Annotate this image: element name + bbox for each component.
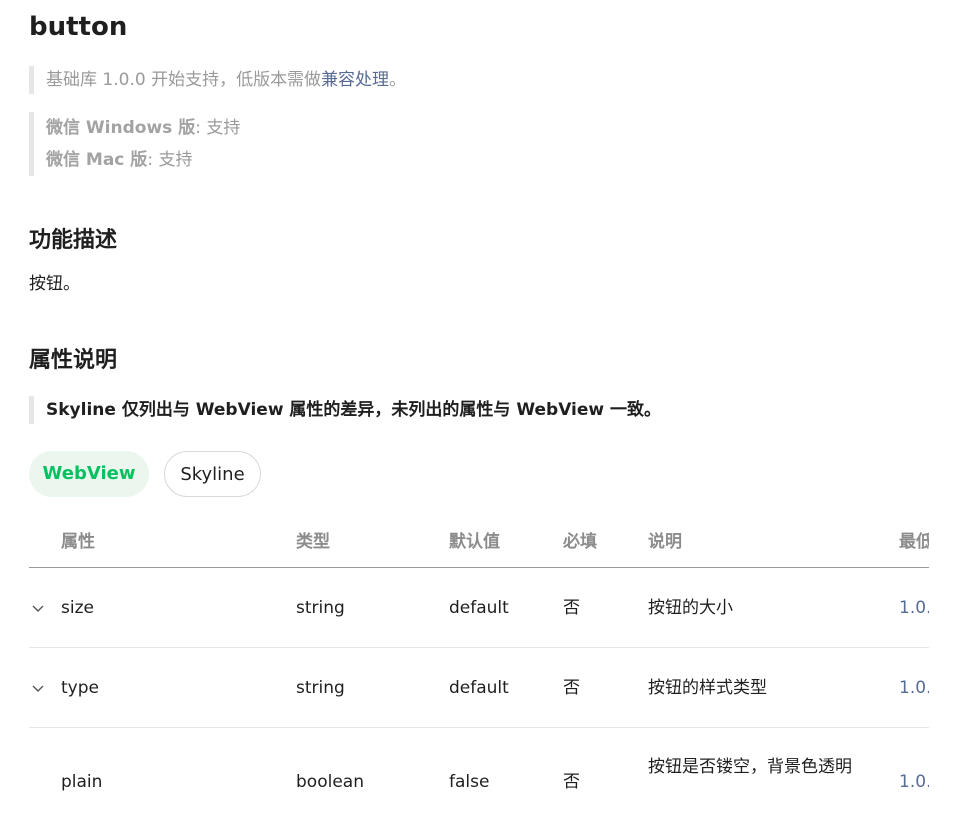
header-attribute: 属性 (61, 532, 95, 552)
support-note-text: 基础库 1.0.0 开始支持，低版本需做 (46, 70, 322, 90)
cell-description: 按钮是否镂空，背景色透明 (648, 757, 852, 777)
cell-type: string (296, 598, 345, 618)
compat-link[interactable]: 兼容处理 (321, 70, 389, 90)
header-min-version: 最低版本 (899, 532, 929, 552)
cell-description: 按钮的大小 (648, 598, 733, 618)
tab-skyline[interactable]: Skyline (164, 451, 261, 497)
tab-webview[interactable]: WebView (29, 451, 149, 497)
chevron-down-icon[interactable] (31, 681, 45, 695)
table-row[interactable]: size string default 否 按钮的大小 1.0.0 (29, 568, 929, 648)
cell-version-link[interactable]: 1.0.0 (899, 769, 929, 795)
page-title: button (29, 12, 128, 42)
attributes-heading: 属性说明 (29, 348, 118, 373)
cell-version-link[interactable]: 1.0.0 (899, 568, 929, 648)
cell-required: 否 (563, 598, 580, 618)
cell-default: default (449, 678, 509, 698)
cell-type: boolean (296, 772, 364, 792)
header-default: 默认值 (449, 532, 500, 552)
support-note-suffix: 。 (389, 70, 407, 90)
table-header: 属性 类型 默认值 必填 说明 最低版本 (29, 517, 929, 568)
cell-required: 否 (563, 678, 580, 698)
platform-separator: : (147, 150, 159, 170)
attributes-table: 属性 类型 默认值 必填 说明 最低版本 size string default… (29, 517, 929, 818)
platform-value: 支持 (206, 118, 241, 138)
renderer-tabs: WebView Skyline (29, 451, 261, 497)
cell-type: string (296, 678, 345, 698)
cell-name: type (61, 678, 99, 698)
cell-default: default (449, 598, 509, 618)
cell-name: size (61, 598, 94, 618)
cell-required: 否 (563, 772, 580, 792)
platform-name: 微信 Windows 版 (46, 118, 196, 138)
platform-support-note: 微信 Windows 版: 支持 微信 Mac 版: 支持 (29, 112, 240, 176)
cell-description: 按钮的样式类型 (648, 678, 767, 698)
cell-default: false (449, 772, 490, 792)
support-note: 基础库 1.0.0 开始支持，低版本需做兼容处理。 (29, 66, 406, 94)
table-row: plain boolean false 否 按钮是否镂空，背景色透明 1.0.0 (29, 728, 929, 818)
cell-version-link[interactable]: 1.0.0 (899, 648, 929, 728)
chevron-down-icon[interactable] (31, 601, 45, 615)
platform-row-mac: 微信 Mac 版: 支持 (46, 144, 240, 176)
cell-name: plain (61, 772, 103, 792)
platform-value: 支持 (158, 150, 193, 170)
platform-row-windows: 微信 Windows 版: 支持 (46, 112, 240, 144)
function-heading: 功能描述 (29, 228, 118, 253)
platform-separator: : (195, 118, 207, 138)
header-type: 类型 (296, 532, 330, 552)
header-required: 必填 (563, 532, 597, 552)
skyline-note: Skyline 仅列出与 WebView 属性的差异，未列出的属性与 WebVi… (29, 396, 661, 424)
platform-name: 微信 Mac 版 (46, 150, 148, 170)
function-description: 按钮。 (29, 274, 80, 294)
table-row[interactable]: type string default 否 按钮的样式类型 1.0.0 (29, 648, 929, 728)
header-description: 说明 (648, 532, 682, 552)
